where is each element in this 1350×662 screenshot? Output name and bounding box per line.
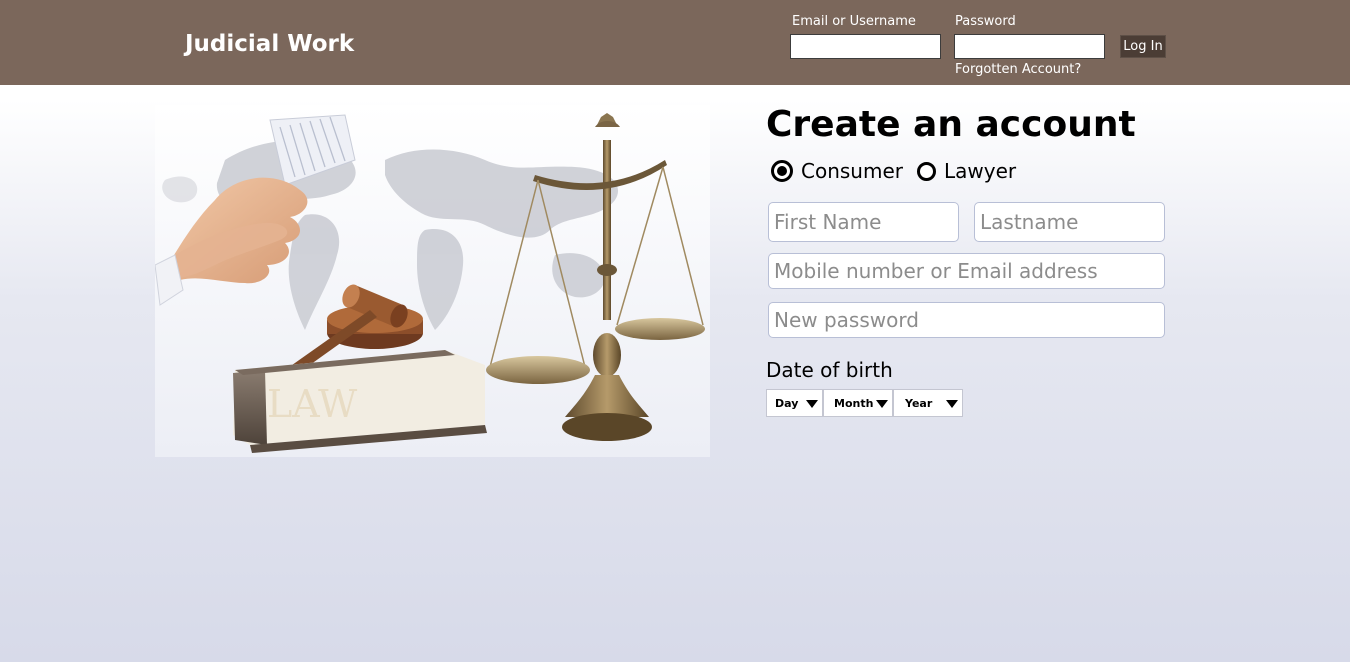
radio-unchecked-icon: [917, 161, 936, 181]
dob-year-value: Year: [905, 396, 933, 410]
dob-day-select[interactable]: Day: [766, 389, 823, 417]
date-of-birth-label: Date of birth: [766, 358, 893, 382]
account-type-consumer-radio[interactable]: Consumer: [771, 159, 903, 183]
top-navigation-bar: Judicial Work Email or Username Password…: [0, 0, 1350, 85]
law-book-text: LAW: [267, 382, 357, 426]
login-button[interactable]: Log In: [1120, 35, 1166, 58]
brand-logo[interactable]: Judicial Work: [185, 31, 354, 57]
law-hero-image: LAW: [155, 105, 710, 457]
login-email-input[interactable]: [790, 34, 941, 59]
chevron-down-icon: [876, 400, 888, 408]
mobile-or-email-input[interactable]: [768, 253, 1165, 289]
last-name-input[interactable]: [974, 202, 1165, 242]
password-label: Password: [955, 14, 1016, 29]
new-password-input[interactable]: [768, 302, 1165, 338]
account-type-lawyer-radio[interactable]: Lawyer: [917, 159, 1017, 183]
dob-month-select[interactable]: Month: [823, 389, 893, 417]
forgotten-account-link[interactable]: Forgotten Account?: [955, 62, 1081, 77]
dob-month-value: Month: [834, 396, 874, 410]
dob-year-select[interactable]: Year: [893, 389, 963, 417]
email-label: Email or Username: [792, 14, 916, 29]
dob-day-value: Day: [775, 396, 799, 410]
first-name-input[interactable]: [768, 202, 959, 242]
login-password-input[interactable]: [954, 34, 1105, 59]
chevron-down-icon: [946, 400, 958, 408]
radio-checked-icon: [771, 160, 793, 182]
chevron-down-icon: [806, 400, 818, 408]
lawyer-label: Lawyer: [944, 159, 1017, 183]
consumer-label: Consumer: [801, 159, 903, 183]
create-account-title: Create an account: [766, 104, 1136, 145]
